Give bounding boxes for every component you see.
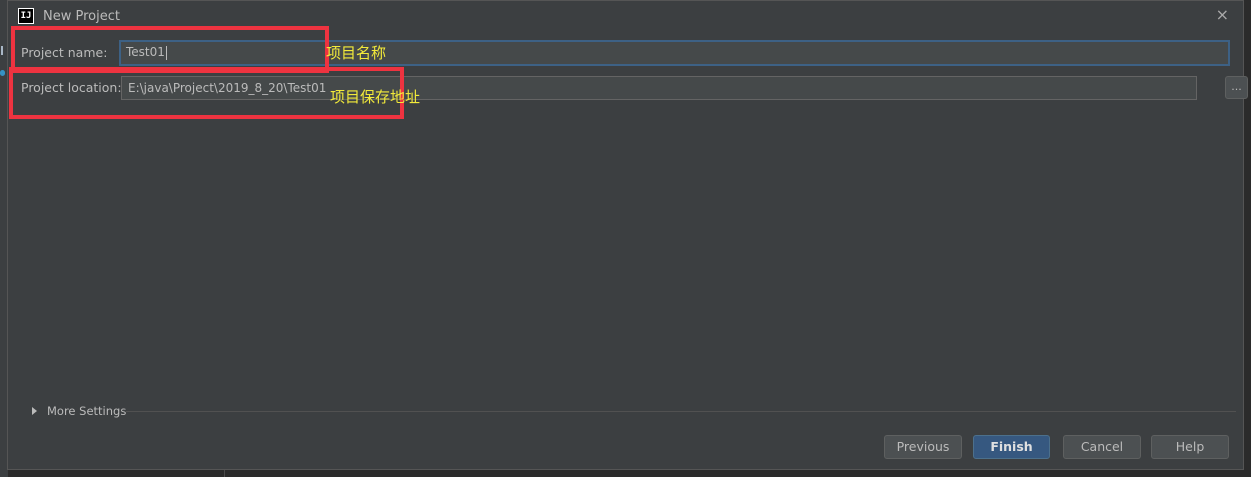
project-location-field[interactable]: E:\java\Project\2019_8_20\Test01	[121, 76, 1197, 100]
background-divider	[224, 470, 225, 477]
annotation-name-note: 项目名称	[326, 44, 387, 62]
expand-triangle-icon	[32, 407, 37, 415]
text-caret	[165, 45, 167, 60]
more-settings-label: More Settings	[47, 404, 127, 418]
settings-separator	[126, 411, 1236, 412]
project-location-value: E:\java\Project\2019_8_20\Test01	[128, 81, 327, 95]
intellij-icon: IJ	[18, 8, 34, 24]
cancel-button[interactable]: Cancel	[1063, 435, 1141, 459]
previous-button[interactable]: Previous	[884, 435, 962, 459]
project-name-value: Test01	[126, 45, 165, 59]
help-button[interactable]: Help	[1151, 435, 1229, 459]
finish-button[interactable]: Finish	[973, 435, 1050, 459]
background-strip-mark	[1, 46, 3, 55]
project-name-field[interactable]: Test01	[119, 40, 1230, 66]
annotation-location-note: 项目保存地址	[330, 88, 421, 106]
dialog-title: New Project	[43, 9, 120, 24]
background-strip-indicator	[0, 70, 5, 76]
browse-button[interactable]: ...	[1225, 76, 1248, 99]
project-name-label: Project name:	[21, 45, 108, 60]
new-project-dialog: IJ New Project × Project name: Test01 Pr…	[7, 0, 1244, 470]
close-icon[interactable]: ×	[1216, 6, 1229, 24]
project-location-label: Project location:	[21, 80, 122, 95]
title-bar[interactable]: IJ New Project ×	[8, 1, 1243, 31]
